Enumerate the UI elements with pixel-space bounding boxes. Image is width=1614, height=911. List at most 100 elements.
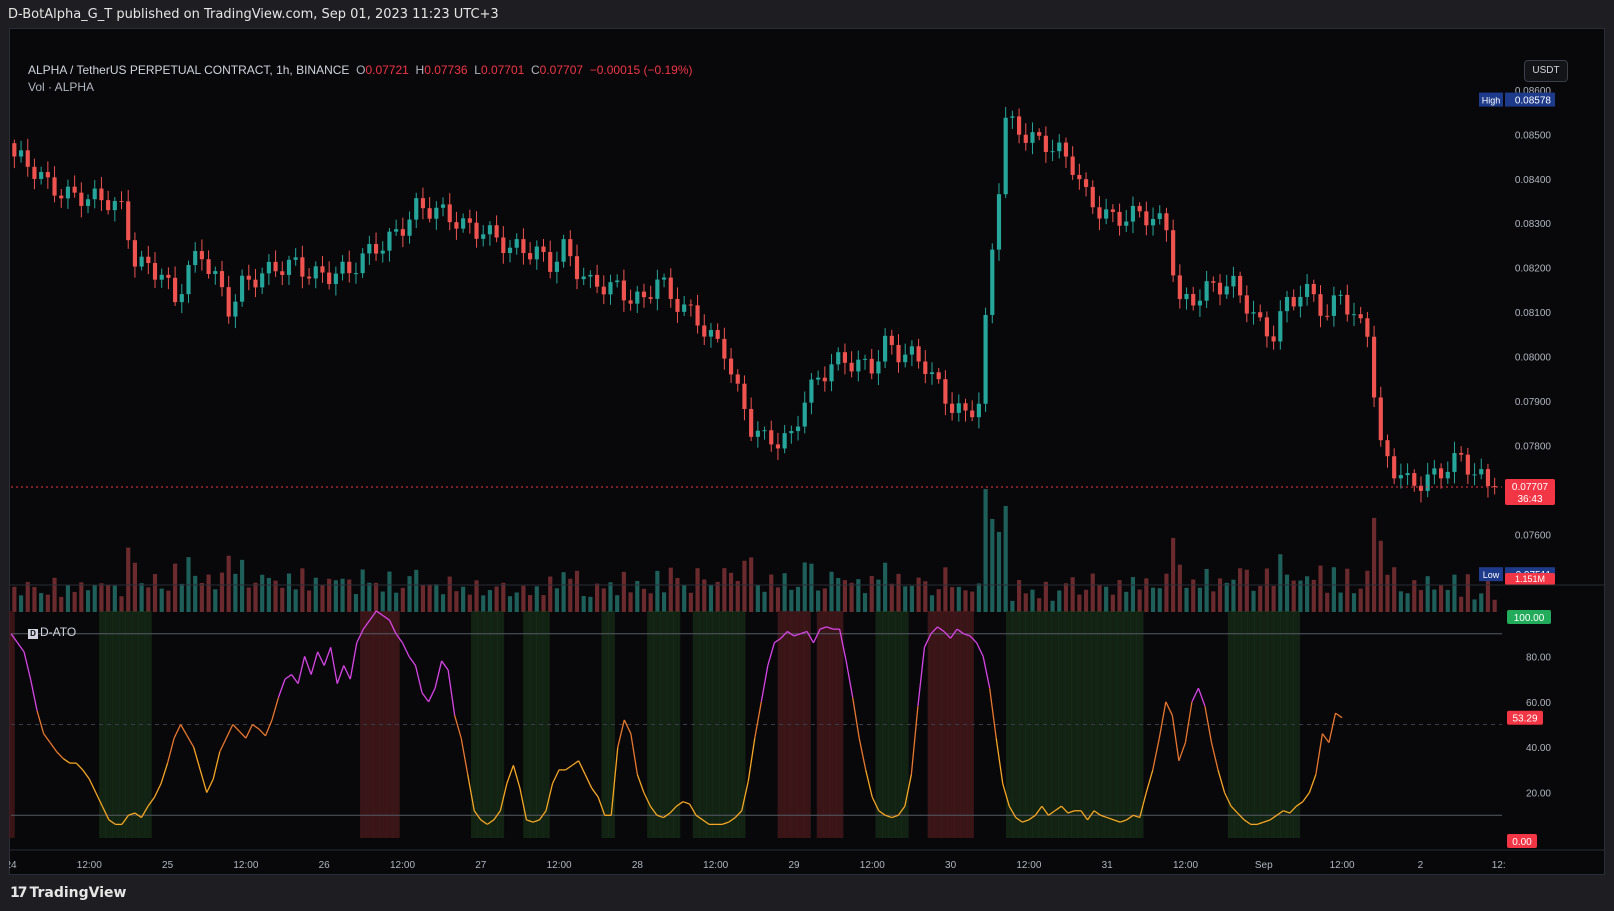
candle-body [1017,116,1022,135]
candle-body [79,192,84,206]
candle-body [869,358,874,374]
volume-bar [1090,573,1095,612]
candle-body [595,274,600,287]
candle-body [1485,469,1491,487]
volume-bar [1144,578,1149,612]
candle-body [1318,294,1323,316]
oscillator-segment [852,697,860,739]
volume-bar [454,591,459,612]
close-value: 0.07707 [539,63,584,77]
candle-body [434,207,439,219]
volume-bar [373,582,379,612]
price-tick-label: 0.08300 [1515,219,1552,230]
volume-bar [521,585,526,612]
candle-body [481,234,486,239]
candle-body [1311,284,1316,295]
oscillator-segment [219,737,227,753]
candle-body [52,177,57,196]
time-tick-label: 28 [632,860,644,871]
candle-body [400,229,405,236]
volume-bar [1452,574,1457,612]
volume-bar [407,576,412,612]
volume-bar [708,584,714,612]
candle-body [722,338,727,359]
volume-bar [72,591,77,612]
candle-body [1023,134,1028,143]
indicator-legend[interactable]: D D-ATO [28,625,76,639]
oscillator-segment [976,642,984,657]
oscillator-segment [565,764,573,771]
low-value: 0.07701 [480,63,525,77]
oscillator-segment [506,765,514,784]
volume-bar [1164,573,1169,612]
candle-body [293,257,298,260]
candle-body [273,261,278,272]
volume-legend[interactable]: Vol · ALPHA [28,80,94,94]
volume-bar [1425,576,1430,612]
volume-bar [1063,583,1069,612]
volume-bar [1305,576,1310,612]
volume-bar [59,596,64,612]
indicator-name: D-ATO [40,625,77,639]
chart-frame[interactable]: 0.08600 0.08500 0.08400 0.08300 0.08200 0.081… [9,28,1605,875]
oscillator-segment [330,647,338,684]
volume-bar [25,581,30,612]
candle-body [822,377,827,382]
candle-body [1412,473,1417,486]
price-tick-label: 0.07900 [1515,397,1552,408]
volume-bar [1157,588,1162,612]
volume-bar [661,592,667,612]
candle-body [916,346,921,362]
price-chart[interactable]: 0.086000.085000.084000.083000.082000.081… [9,28,1605,875]
oscillator-segment [578,760,586,775]
countdown-value: 36:43 [1517,494,1542,505]
volume-bar [159,588,164,612]
candle-body [950,403,955,413]
candle-body [782,433,787,449]
volume-bar [849,582,854,612]
candle-body [1398,475,1403,479]
candle-body [1251,312,1256,314]
candle-body [1184,293,1189,300]
candle-body [1231,275,1236,287]
candle-body [387,231,392,251]
candle-body [521,239,526,254]
oscillator-segment [1217,769,1226,793]
volume-bar [688,592,693,612]
oscillator-segment [49,742,58,753]
candle-body [708,330,714,337]
candle-body [929,372,935,375]
tradingview-logo[interactable]: 17 TradingView [10,885,126,901]
candle-body [18,150,24,157]
oscillator-tick-label: 20.00 [1526,789,1551,800]
candle-body [219,271,225,288]
candle-body [514,239,519,248]
candle-body [688,304,693,306]
candle-body [829,364,834,382]
tradingview-logo-icon: 17 [10,885,28,901]
time-tick-label: 27 [475,860,487,871]
oscillator-segment [153,783,162,798]
volume-bar [394,592,399,612]
oscillator-segment [591,787,599,798]
candle-body [702,325,707,337]
candle-body [990,249,995,315]
currency-button[interactable]: USDT [1524,60,1568,82]
volume-bar [762,591,767,612]
symbol-legend[interactable]: ALPHA / TetherUS PERPETUAL CONTRACT, 1h,… [28,63,692,77]
candle-body [1284,297,1290,312]
volume-bar [1150,587,1156,612]
candle-body [1177,275,1182,300]
candle-body [99,188,104,201]
volume-bar [802,562,807,612]
volume-bar [862,593,868,612]
volume-bar [112,585,117,612]
volume-bar [1177,564,1182,612]
oscillator-tick-label: 60.00 [1526,698,1551,709]
volume-bar [574,570,580,612]
candle-body [648,297,653,299]
candle-body [621,280,626,301]
volume-bar [481,595,486,612]
candle-body [1264,317,1269,337]
volume-bar [903,586,908,612]
